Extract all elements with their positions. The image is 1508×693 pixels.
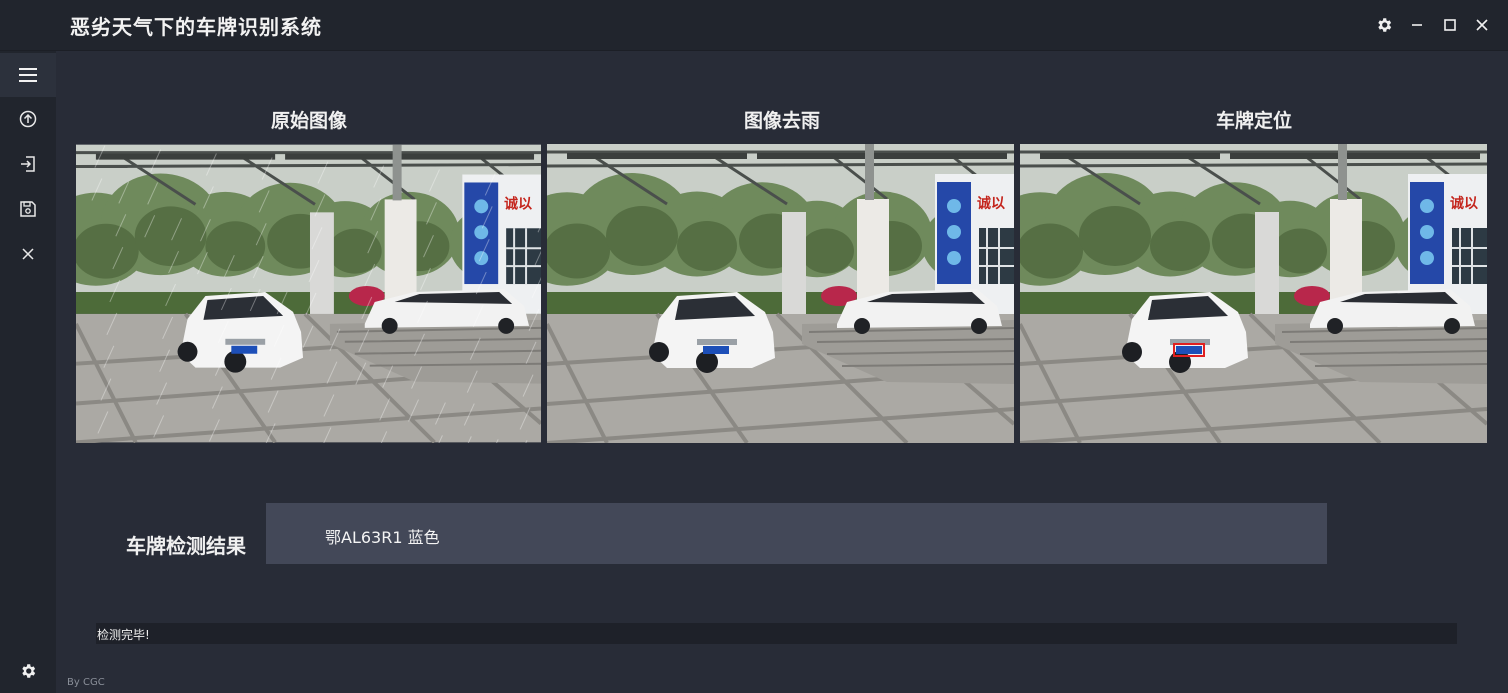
building-window: [1452, 228, 1487, 284]
panel-title-derain: 图像去雨: [743, 110, 820, 132]
column: [782, 212, 806, 322]
tree: [1150, 221, 1210, 271]
credit-text: By CGC: [67, 677, 105, 688]
tree: [1079, 206, 1151, 266]
column: [309, 212, 334, 322]
title-bar: 恶劣天气下的车牌识别系统: [0, 0, 1508, 51]
license-plate: [1176, 346, 1202, 354]
settings-button[interactable]: [1372, 13, 1396, 37]
banner-dot: [947, 251, 961, 265]
plate-location-image: 诚以: [1020, 144, 1487, 443]
minimize-button[interactable]: [1405, 13, 1429, 37]
banner-text: 诚以: [977, 195, 1005, 212]
result-label: 车牌检测结果: [126, 534, 246, 558]
sidebar-menu-button[interactable]: [0, 53, 56, 97]
close-window-button[interactable]: [1470, 13, 1494, 37]
sidebar: [0, 51, 56, 693]
tree: [547, 223, 610, 279]
suv-wheel: [381, 317, 398, 334]
upload-icon: [19, 110, 37, 128]
tree: [1020, 223, 1083, 279]
banner-dot: [1420, 225, 1434, 239]
result-display: 鄂AL63R1 蓝色: [266, 503, 1327, 564]
column-pole: [865, 144, 874, 200]
car-wheel: [649, 342, 669, 362]
column: [1255, 212, 1279, 322]
car-wheel: [1122, 342, 1142, 362]
banner-dot: [474, 251, 489, 266]
banner-dot: [474, 225, 489, 240]
license-plate: [231, 345, 258, 354]
maximize-button[interactable]: [1438, 13, 1462, 37]
panel-title-original: 原始图像: [270, 110, 347, 132]
menu-icon: [19, 68, 37, 82]
sidebar-close-button[interactable]: [0, 232, 56, 276]
column-pole: [392, 144, 402, 201]
banner-dot: [947, 199, 961, 213]
suv-wheel: [854, 318, 870, 334]
sidebar-settings-button[interactable]: [0, 649, 56, 693]
app-title: 恶劣天气下的车牌识别系统: [70, 15, 322, 39]
suv-wheel: [1327, 318, 1343, 334]
minimize-icon: [1412, 24, 1422, 26]
sidebar-import-button[interactable]: [0, 142, 56, 186]
gear-icon: [22, 664, 36, 678]
tree: [677, 221, 737, 271]
banner-dot: [1420, 251, 1434, 265]
car-grille: [225, 338, 266, 345]
tree: [800, 228, 854, 274]
close-icon: [1476, 19, 1488, 31]
car-wheel: [696, 351, 718, 373]
banner-text: 诚以: [504, 195, 532, 212]
import-icon: [21, 156, 35, 172]
banner-dot: [1420, 199, 1434, 213]
plate-result-text: 鄂AL63R1 蓝色: [325, 528, 440, 547]
suv-wheel: [498, 317, 515, 334]
license-plate: [703, 346, 729, 354]
car-grille: [697, 339, 737, 345]
sidebar-save-button[interactable]: [0, 187, 56, 231]
save-icon: [20, 201, 36, 217]
suv-wheel: [971, 318, 987, 334]
car-wheel: [1169, 351, 1191, 373]
gear-icon: [1378, 18, 1392, 32]
building-window: [979, 228, 1014, 284]
banner-dot: [474, 199, 489, 214]
car-wheel: [224, 350, 247, 373]
status-bar: 检测完毕!: [96, 623, 1457, 644]
tree: [205, 221, 266, 272]
tree: [606, 206, 678, 266]
sidebar-upload-button[interactable]: [0, 97, 56, 141]
car-wheel: [177, 341, 198, 362]
tree: [1273, 228, 1327, 274]
panel-title-plate-location: 车牌定位: [1215, 110, 1292, 132]
maximize-icon: [1444, 19, 1456, 31]
suv-wheel: [1444, 318, 1460, 334]
status-text: 检测完毕!: [97, 628, 150, 642]
original-image: 诚以: [76, 144, 541, 443]
banner-text: 诚以: [1450, 195, 1478, 212]
building-window: [506, 228, 541, 285]
column-pole: [1338, 144, 1347, 200]
banner-dot: [947, 225, 961, 239]
tree: [76, 223, 139, 279]
derained-image: 诚以: [547, 144, 1014, 443]
close-icon: [22, 248, 34, 260]
